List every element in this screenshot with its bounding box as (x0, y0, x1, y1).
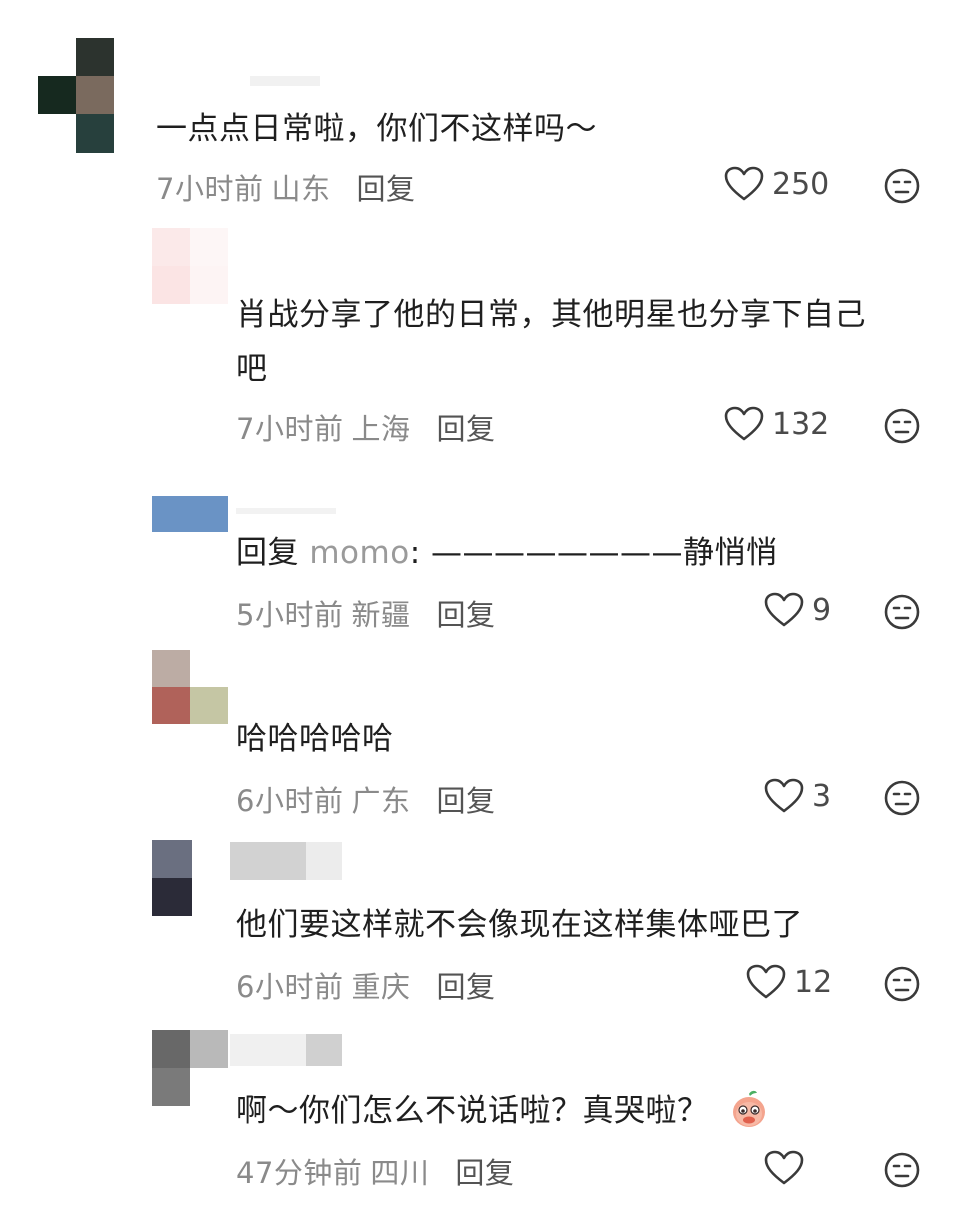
neutral-face-icon[interactable] (884, 408, 920, 444)
heart-outline-icon (764, 778, 804, 813)
reply-button[interactable]: 回复 (436, 598, 495, 632)
like-button[interactable]: 132 (724, 406, 829, 442)
comment-meta: 47分钟前 四川 回复 (236, 1150, 514, 1192)
timestamp: 6小时前 (236, 970, 344, 1004)
avatar[interactable] (152, 650, 228, 724)
comment-meta: 7小时前 山东 回复 (156, 166, 415, 208)
like-button[interactable]: 3 (764, 778, 831, 814)
comment-meta: 7小时前 上海 回复 (236, 406, 495, 448)
ip-location: 广东 (351, 784, 411, 818)
username-blurred[interactable] (236, 508, 336, 514)
avatar[interactable] (152, 1030, 228, 1106)
reply-prefix: 回复 (236, 535, 299, 571)
mention-colon: : (409, 535, 431, 571)
like-count: 9 (812, 592, 832, 628)
avatar[interactable] (152, 840, 192, 916)
mention-username[interactable]: momo (309, 535, 409, 571)
heart-outline-icon (746, 964, 786, 999)
comment-text-content: 一点点日常啦，你们不这样吗～ (156, 111, 597, 147)
timestamp: 6小时前 (236, 784, 344, 818)
ip-location: 上海 (351, 412, 411, 446)
comment-text-continued: 吧 (236, 338, 268, 400)
like-count: 3 (812, 778, 832, 814)
avatar[interactable] (152, 228, 228, 304)
username-blurred[interactable] (230, 1034, 342, 1066)
comment-meta: 6小时前 广东 回复 (236, 778, 495, 820)
heart-outline-icon (724, 166, 764, 201)
comment-text: 哈哈哈哈哈 (236, 708, 394, 770)
comment-text: 啊～你们怎么不说话啦？真哭啦？ (236, 1080, 769, 1142)
reply-button[interactable]: 回复 (356, 172, 415, 206)
like-count: 250 (772, 166, 830, 202)
like-count: 132 (772, 406, 830, 442)
neutral-face-icon[interactable] (884, 168, 920, 204)
like-button[interactable]: 9 (764, 592, 831, 628)
neutral-face-icon[interactable] (884, 966, 920, 1002)
comment-text-content: 吧 (236, 351, 268, 387)
timestamp: 7小时前 (236, 412, 344, 446)
like-button[interactable]: 250 (724, 166, 829, 202)
ip-location: 四川 (370, 1156, 430, 1190)
comment-text-content: 哈哈哈哈哈 (236, 721, 394, 757)
reply-button[interactable]: 回复 (436, 412, 495, 446)
ip-location: 重庆 (351, 970, 411, 1004)
neutral-face-icon[interactable] (884, 594, 920, 630)
username-blurred[interactable] (230, 842, 342, 880)
avatar[interactable] (38, 38, 114, 153)
peach-crying-emoji (732, 1090, 765, 1127)
ip-location: 山东 (271, 172, 331, 206)
comment-text: 肖战分享了他的日常，其他明星也分享下自己 (236, 284, 866, 346)
heart-outline-icon (764, 1150, 804, 1185)
like-button[interactable]: 12 (746, 964, 832, 1000)
heart-outline-icon (724, 406, 764, 441)
comment-text-content: ————————静悄悄 (431, 535, 778, 571)
avatar[interactable] (152, 496, 228, 532)
comment-text-content: 肖战分享了他的日常，其他明星也分享下自己 (236, 297, 866, 333)
ip-location: 新疆 (351, 598, 411, 632)
comment-text: 一点点日常啦，你们不这样吗～ (156, 98, 597, 160)
comment-text-content: 啊～你们怎么不说话啦？真哭啦？ (236, 1093, 709, 1129)
timestamp: 47分钟前 (236, 1156, 363, 1190)
username-blurred[interactable] (250, 76, 320, 86)
timestamp: 5小时前 (236, 598, 344, 632)
comment-text-content: 他们要这样就不会像现在这样集体哑巴了 (236, 907, 803, 943)
reply-button[interactable]: 回复 (436, 784, 495, 818)
reply-button[interactable]: 回复 (436, 970, 495, 1004)
heart-outline-icon (764, 592, 804, 627)
like-count: 12 (794, 964, 833, 1000)
reply-button[interactable]: 回复 (455, 1156, 514, 1190)
comment-meta: 6小时前 重庆 回复 (236, 964, 495, 1006)
timestamp: 7小时前 (156, 172, 264, 206)
comment-meta: 5小时前 新疆 回复 (236, 592, 495, 634)
comment-text: 回复 momo: ————————静悄悄 (236, 522, 778, 584)
comment-text: 他们要这样就不会像现在这样集体哑巴了 (236, 894, 803, 956)
neutral-face-icon[interactable] (884, 780, 920, 816)
like-button[interactable] (764, 1150, 812, 1186)
neutral-face-icon[interactable] (884, 1152, 920, 1188)
